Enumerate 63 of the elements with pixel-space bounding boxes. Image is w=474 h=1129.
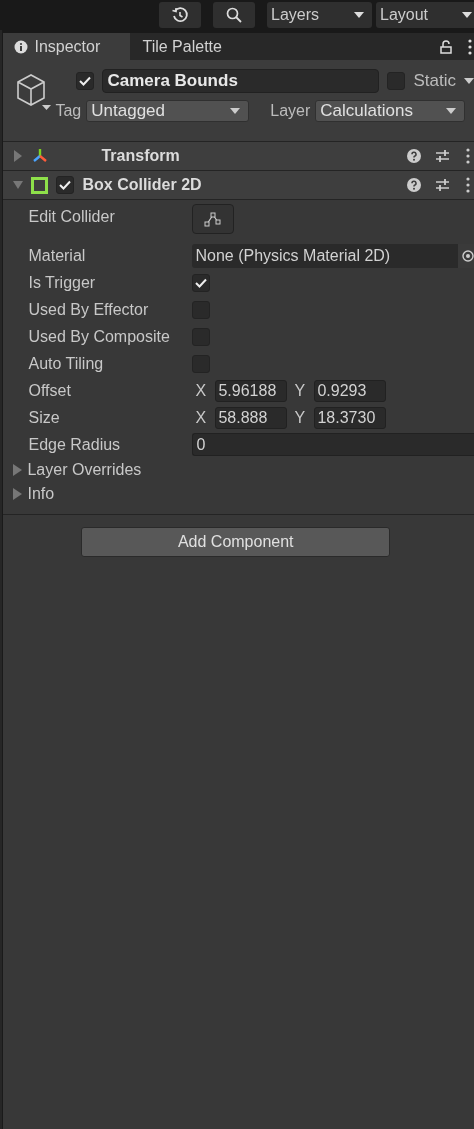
panel-tab[interactable]: Tile Palette <box>130 33 234 60</box>
property-label: Is Trigger <box>28 273 97 292</box>
component-header[interactable]: Transform <box>3 142 474 171</box>
more-icon[interactable] <box>466 148 470 164</box>
property-label: Offset <box>28 381 72 400</box>
more-icon[interactable] <box>466 177 470 193</box>
info-icon <box>14 39 29 54</box>
toolbar-dropdown[interactable]: Layout <box>376 2 474 28</box>
help-icon[interactable] <box>407 178 421 192</box>
caret-icon <box>230 108 241 114</box>
property-label: Material <box>28 246 87 265</box>
search-button[interactable] <box>213 2 255 28</box>
collapsed-arrow-icon[interactable] <box>13 150 24 162</box>
checkbox[interactable] <box>56 176 75 194</box>
number-field[interactable]: 58.888 <box>215 406 288 429</box>
tag-dropdown[interactable]: Untagged <box>86 100 250 122</box>
sliders-icon[interactable] <box>435 149 450 163</box>
square-icon <box>31 176 49 194</box>
property-label: Used By Composite <box>28 327 171 346</box>
sliders-icon[interactable] <box>435 178 450 192</box>
polygon-nodes-icon <box>203 211 224 227</box>
axis-label: Y <box>293 408 307 427</box>
edit-collider-button[interactable] <box>192 204 235 234</box>
checkbox[interactable] <box>387 72 406 90</box>
panel-tab[interactable]: Inspector <box>3 33 131 60</box>
property-label: Used By Effector <box>28 300 150 319</box>
number-field[interactable]: 5.96188 <box>215 379 288 402</box>
checkbox[interactable] <box>192 273 211 292</box>
search-icon <box>225 6 243 24</box>
number-field[interactable]: 0.9293 <box>314 379 387 402</box>
static-label: Static <box>413 71 456 91</box>
foldout[interactable]: Layer Overrides <box>3 458 474 482</box>
help-icon[interactable] <box>407 149 421 163</box>
more-icon[interactable] <box>468 38 472 55</box>
axis-label: X <box>194 408 208 427</box>
number-field[interactable]: 18.3730 <box>314 406 387 429</box>
expanded-arrow-icon[interactable] <box>13 179 24 191</box>
add-component-button[interactable]: Add Component <box>81 527 391 557</box>
component-name: Transform <box>101 147 180 165</box>
history-button[interactable] <box>159 2 201 28</box>
caret-icon <box>354 12 364 18</box>
object-field[interactable]: None (Physics Material 2D) <box>192 243 474 268</box>
foldout[interactable]: Info <box>3 482 474 506</box>
tag-label: Tag <box>55 102 82 120</box>
caret-icon <box>462 12 472 18</box>
number-field[interactable]: 0 <box>192 433 474 456</box>
caret-icon <box>446 108 457 114</box>
layer-label: Layer <box>270 102 311 120</box>
component-name: Box Collider 2D <box>82 176 202 194</box>
axis-label: Y <box>293 381 307 400</box>
axis-label: X <box>194 381 208 400</box>
history-icon <box>171 6 189 24</box>
property-label: Edge Radius <box>28 435 122 454</box>
checkbox[interactable] <box>76 72 95 90</box>
name-field[interactable]: Camera Bounds <box>102 69 380 93</box>
layer-dropdown[interactable]: Calculations <box>315 100 466 122</box>
property-label: Auto Tiling <box>28 354 105 373</box>
property-label: Edit Collider <box>28 208 116 226</box>
property-label: Size <box>28 408 61 427</box>
component-header[interactable]: Box Collider 2D <box>3 171 474 200</box>
lock-icon[interactable] <box>440 39 452 54</box>
toolbar-dropdown[interactable]: Layers <box>267 2 372 28</box>
caret-icon[interactable] <box>464 78 474 84</box>
